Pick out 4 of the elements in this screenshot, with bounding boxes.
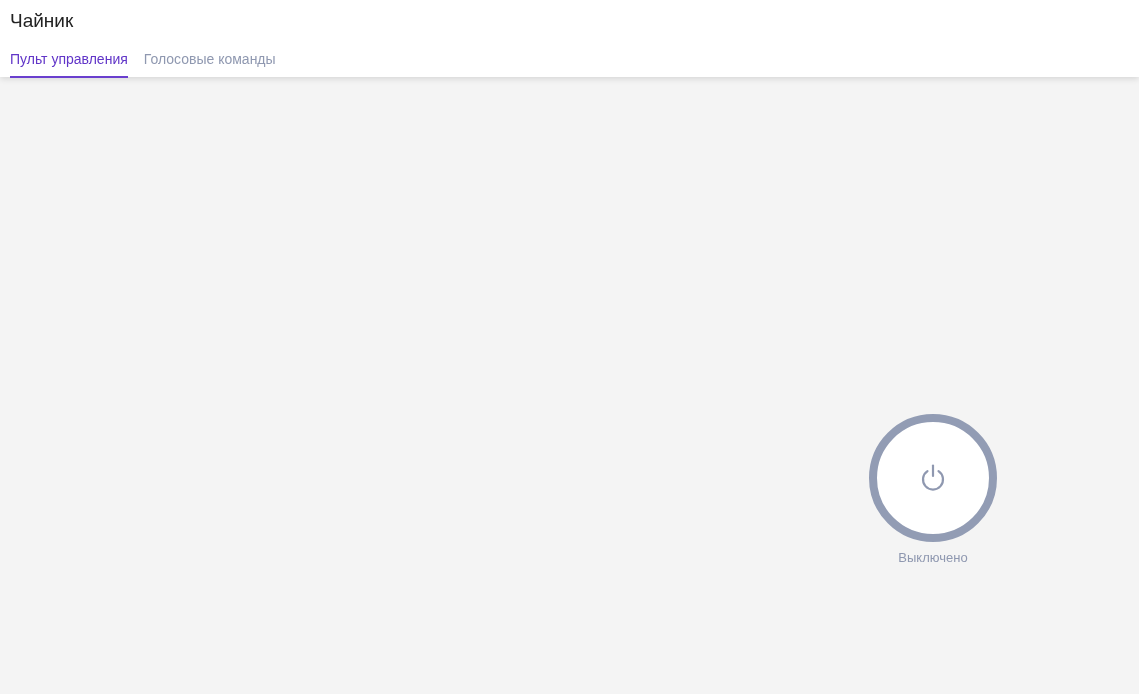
page-title: Чайник [10, 9, 75, 33]
tab[interactable]: Пульт управления [10, 48, 128, 78]
power-status-label: Выключено [898, 550, 968, 566]
power-icon [920, 464, 946, 492]
